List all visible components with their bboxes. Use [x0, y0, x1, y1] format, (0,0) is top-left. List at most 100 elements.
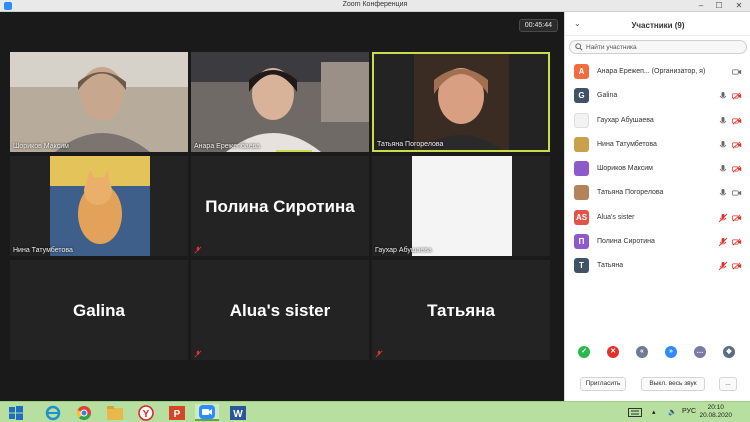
- screen: Zoom Конференция – ☐ ✕ 00:45:44 Шориков …: [0, 0, 750, 422]
- mic-icon[interactable]: [718, 116, 728, 126]
- avatar: А: [574, 64, 589, 79]
- taskbar-yandex[interactable]: Y: [134, 404, 158, 421]
- mic-muted-icon: [194, 246, 202, 254]
- tile-name: Татьяна Погорелова: [377, 141, 444, 148]
- word-icon: W: [230, 405, 246, 420]
- video-camera-off-icon[interactable]: [732, 261, 742, 271]
- clock-date: 20.08.2020: [699, 412, 732, 419]
- panel-header: ⌄ Участники (9): [565, 12, 750, 36]
- participant-video-shorikov: [10, 52, 188, 152]
- volume-icon[interactable]: 🔈: [668, 408, 677, 416]
- video-camera-off-icon[interactable]: [732, 237, 742, 247]
- mic-muted-icon: [194, 350, 202, 358]
- video-tile[interactable]: Гаухар Абушаева: [372, 156, 550, 256]
- windows-logo-icon: [9, 405, 23, 420]
- participant-row[interactable]: Т Татьяна: [565, 254, 750, 278]
- taskbar: Y P W ▴ 🔈 РУС 20:10 20.08.2020: [0, 401, 750, 422]
- taskbar-word[interactable]: W: [226, 404, 250, 421]
- tile-name: Гаухар Абушаева: [375, 247, 432, 254]
- video-tile[interactable]: Татьяна: [372, 260, 550, 360]
- close-button[interactable]: ✕: [730, 0, 748, 12]
- start-button[interactable]: [4, 404, 28, 421]
- search-icon: [575, 43, 583, 51]
- participant-video-gaukhar: [372, 156, 550, 256]
- mic-icon[interactable]: [718, 91, 728, 101]
- more-reactions-icon[interactable]: …: [694, 346, 706, 358]
- mic-icon[interactable]: [718, 164, 728, 174]
- participant-name: Galina: [597, 92, 618, 100]
- video-camera-off-icon[interactable]: [732, 116, 742, 126]
- taskbar-zoom[interactable]: [195, 404, 219, 421]
- taskbar-internet-explorer[interactable]: [41, 404, 65, 421]
- window-title: Zoom Конференция: [342, 1, 408, 8]
- participant-row[interactable]: Гаухар Абушаева: [565, 109, 750, 133]
- participant-row[interactable]: А Анара Ережеп... (Организатор, я): [565, 60, 750, 84]
- taskbar-powerpoint[interactable]: P: [165, 404, 189, 421]
- system-clock[interactable]: 20:10 20.08.2020: [699, 404, 732, 420]
- tile-name: Анара Ережепбаева: [194, 143, 261, 150]
- raise-no-icon[interactable]: ✕: [607, 346, 619, 358]
- panel-title: Участники (9): [631, 21, 685, 30]
- avatar: [574, 112, 589, 128]
- tile-display-name: Alua's sister: [229, 301, 331, 320]
- clear-reactions-icon[interactable]: ◆: [723, 346, 735, 358]
- participant-row[interactable]: П Полина Сиротина: [565, 230, 750, 254]
- title-bar: Zoom Конференция – ☐ ✕: [0, 0, 750, 12]
- participant-row[interactable]: Нина Татумбетова: [565, 133, 750, 157]
- more-button[interactable]: ...: [719, 377, 737, 391]
- minimize-button[interactable]: –: [692, 0, 710, 12]
- go-faster-icon[interactable]: »: [665, 346, 677, 358]
- participant-video-anara: [191, 52, 369, 152]
- mute-all-button[interactable]: Выкл. весь звук: [641, 377, 705, 391]
- participant-name: Полина Сиротина: [597, 238, 655, 246]
- svg-text:W: W: [233, 409, 243, 420]
- tile-display-name: Galina: [73, 301, 125, 320]
- go-slower-icon[interactable]: «: [636, 346, 648, 358]
- video-tile[interactable]: Alua's sister: [191, 260, 369, 360]
- panel-action-icons: ✓ ✕ « » … ◆: [565, 342, 750, 362]
- yandex-browser-icon: Y: [138, 404, 154, 421]
- avatar: AS: [574, 209, 589, 225]
- video-tile[interactable]: Galina: [10, 260, 188, 360]
- taskbar-file-explorer[interactable]: [103, 404, 127, 421]
- avatar: П: [574, 234, 589, 250]
- video-tile-active-speaker[interactable]: Татьяна Погорелова: [372, 52, 550, 152]
- zoom-icon: [199, 404, 215, 419]
- language-indicator[interactable]: РУС: [682, 408, 696, 415]
- svg-text:P: P: [174, 409, 181, 420]
- mic-icon[interactable]: [718, 140, 728, 150]
- participant-name: Анара Ережеп... (Организатор, я): [597, 68, 706, 75]
- video-camera-icon[interactable]: [732, 188, 742, 198]
- video-camera-off-icon[interactable]: [732, 213, 742, 223]
- participant-video-tatiana: [374, 54, 548, 150]
- video-tile[interactable]: Анара Ережепбаева: [191, 52, 369, 152]
- video-camera-off-icon[interactable]: [732, 140, 742, 150]
- participant-row[interactable]: G Galina: [565, 84, 750, 108]
- mic-icon[interactable]: [718, 188, 728, 198]
- raise-yes-icon[interactable]: ✓: [578, 346, 590, 358]
- mic-muted-icon[interactable]: [718, 237, 728, 247]
- participant-search-input[interactable]: Найти участника: [569, 40, 747, 54]
- video-tile[interactable]: Шориков Максим: [10, 52, 188, 152]
- participant-row[interactable]: Татьяна Погорелова: [565, 181, 750, 205]
- video-camera-off-icon[interactable]: [732, 164, 742, 174]
- tile-name: Шориков Максим: [13, 143, 69, 150]
- video-tile[interactable]: Полина Сиротина: [191, 156, 369, 256]
- panel-footer: Пригласить Выкл. весь звук ...: [565, 375, 750, 393]
- video-tile[interactable]: Нина Татумбетова: [10, 156, 188, 256]
- maximize-button[interactable]: ☐: [710, 0, 728, 12]
- mic-muted-icon[interactable]: [718, 261, 728, 271]
- participant-row[interactable]: AS Alua's sister: [565, 206, 750, 230]
- video-camera-off-icon[interactable]: [732, 91, 742, 101]
- participant-name: Alua's sister: [597, 213, 635, 221]
- keyboard-icon[interactable]: [628, 408, 642, 417]
- mic-muted-icon[interactable]: [718, 213, 728, 223]
- folder-icon: [107, 405, 123, 420]
- avatar: G: [574, 88, 589, 104]
- invite-button[interactable]: Пригласить: [580, 377, 626, 391]
- participant-row[interactable]: Шориков Максим: [565, 157, 750, 181]
- taskbar-chrome[interactable]: [72, 404, 96, 421]
- tray-up-arrow-icon[interactable]: ▴: [652, 408, 656, 416]
- svg-text:Y: Y: [143, 409, 150, 420]
- video-camera-icon[interactable]: [732, 67, 742, 77]
